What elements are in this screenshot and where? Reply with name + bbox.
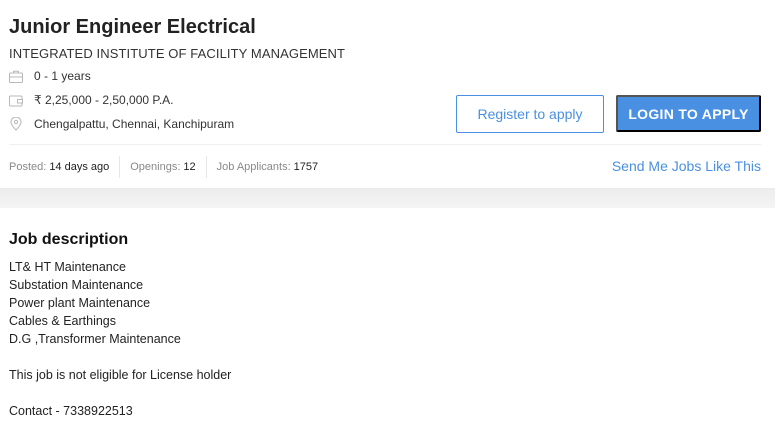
send-similar-jobs-link[interactable]: Send Me Jobs Like This (612, 158, 761, 174)
applicants-label: Job Applicants: (216, 161, 291, 173)
job-description-section: Job description LT& HT Maintenance Subst… (0, 208, 775, 432)
location-pin-icon (9, 117, 23, 131)
job-stats: Posted: 14 days ago Openings: 12 Job App… (9, 156, 318, 178)
stat-separator (119, 156, 121, 178)
description-line: Substation Maintenance (9, 278, 144, 292)
experience-text: 0 - 1 years (34, 69, 91, 83)
section-separator-band (0, 188, 775, 208)
eligibility-note: This job is not eligible for License hol… (9, 368, 232, 382)
openings-label: Openings: (130, 161, 181, 173)
posted-label: Posted: (9, 161, 47, 173)
location-text[interactable]: Chengalpattu, Chennai, Kanchipuram (34, 117, 234, 131)
register-to-apply-button[interactable]: Register to apply (456, 95, 604, 133)
experience-row: 0 - 1 years (9, 68, 91, 84)
job-header-card: Junior Engineer Electrical INTEGRATED IN… (0, 0, 775, 188)
header-divider (9, 144, 761, 145)
company-name[interactable]: INTEGRATED INSTITUTE OF FACILITY MANAGEM… (9, 46, 345, 61)
job-description-heading: Job description (9, 231, 129, 248)
description-line: Cables & Earthings (9, 314, 117, 328)
posted-stat: Posted: 14 days ago (9, 158, 109, 176)
openings-value: 12 (183, 161, 196, 173)
wallet-icon (9, 93, 23, 107)
briefcase-icon (9, 69, 23, 83)
posted-value: 14 days ago (49, 161, 110, 173)
applicants-value: 1757 (293, 161, 319, 173)
description-line: LT& HT Maintenance (9, 260, 126, 274)
openings-stat: Openings: 12 (130, 158, 195, 176)
job-description-body: LT& HT Maintenance Substation Maintenanc… (9, 258, 231, 420)
location-row: Chengalpattu, Chennai, Kanchipuram (9, 116, 234, 132)
salary-text: ₹ 2,25,000 - 2,50,000 P.A. (34, 93, 174, 107)
job-title: Junior Engineer Electrical (9, 16, 256, 38)
salary-row: ₹ 2,25,000 - 2,50,000 P.A. (9, 92, 174, 108)
contact-info: Contact - 7338922513 (9, 404, 133, 418)
applicants-stat: Job Applicants: 1757 (217, 158, 318, 176)
description-line: Power plant Maintenance (9, 296, 151, 310)
description-line: D.G ,Transformer Maintenance (9, 332, 181, 346)
stat-separator (205, 156, 207, 178)
login-to-apply-button[interactable]: LOGIN TO APPLY (616, 95, 761, 132)
